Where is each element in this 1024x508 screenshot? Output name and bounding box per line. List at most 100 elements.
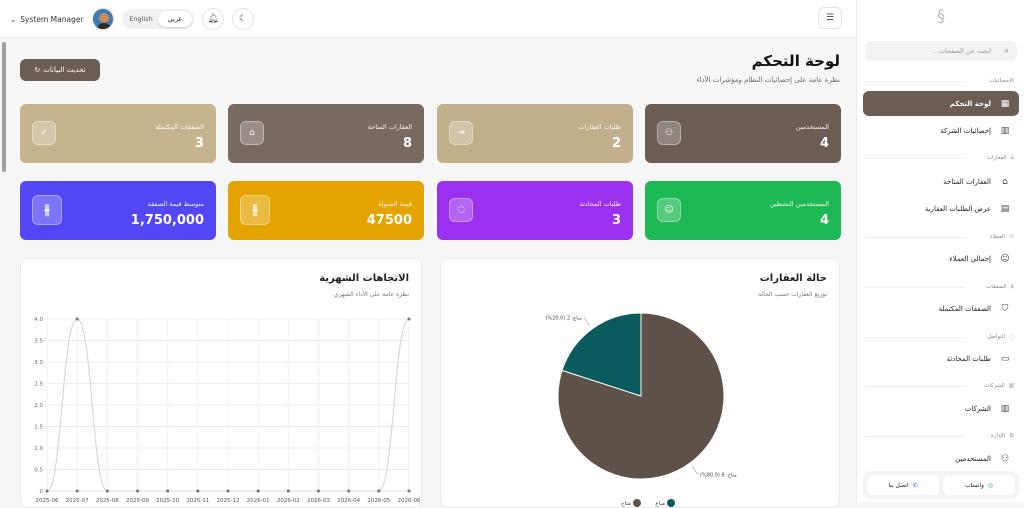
- language-switcher[interactable]: English عربي: [122, 9, 194, 29]
- x-tick-label: 2025-12: [217, 498, 240, 504]
- sidebar-toggle-button[interactable]: ☰: [818, 7, 842, 29]
- y-tick-label: 3.0: [34, 360, 43, 366]
- y-tick-label: 2.5: [34, 382, 43, 388]
- lang-english-option[interactable]: English: [124, 11, 158, 27]
- dashboard-icon: ▦: [1000, 98, 1010, 109]
- lang-arabic-option[interactable]: عربي: [158, 11, 192, 27]
- search-icon: ⌕: [1004, 46, 1009, 55]
- divider: [865, 386, 965, 387]
- y-tick-label: 0.5: [34, 468, 43, 474]
- theme-toggle-button[interactable]: ☾: [232, 8, 254, 30]
- property-status-panel: حالة العقارات توزيع العقارات حسب الحالة …: [440, 258, 840, 508]
- section-title: ⚙ الإدارة: [990, 433, 1014, 439]
- data-point: [75, 489, 79, 493]
- data-point: [407, 489, 411, 493]
- x-tick-label: 2025-08: [96, 498, 119, 504]
- data-point: [196, 489, 200, 493]
- label-leader: [691, 466, 699, 475]
- stat-card-available-properties[interactable]: العقارات المتاحة 8 ⌂: [228, 104, 424, 163]
- top-bar: ⌄ System Manager English عربي 🔔︎ ☾ ☰: [0, 0, 856, 38]
- search-input[interactable]: ⌕ ابحث عن الصفحات...: [865, 41, 1017, 61]
- x-tick-label: 2026-03: [307, 498, 330, 504]
- dollar-icon: $: [1010, 284, 1015, 290]
- search-placeholder: ابحث عن الصفحات...: [932, 47, 991, 55]
- section-title: ▥ الشركات: [984, 383, 1014, 389]
- data-point: [45, 489, 49, 493]
- stat-card-commission-value[interactable]: قيمة العمولة 47500 ⫳: [228, 181, 424, 240]
- menu-icon: ☰: [825, 13, 835, 23]
- data-point: [407, 317, 411, 321]
- stat-label: العقارات المتاحة: [367, 123, 412, 131]
- x-tick-label: 2026-02: [277, 498, 300, 504]
- clipboard-icon: ▤: [1000, 203, 1010, 214]
- home-icon: ⌂: [240, 121, 264, 145]
- chat-icon: ◌: [449, 198, 473, 222]
- stat-value: 2: [611, 136, 621, 151]
- stat-card-property-requests[interactable]: طلبات العقارات 2 ⇥: [437, 104, 633, 163]
- refresh-button[interactable]: ↻ تحديث البيانات: [20, 59, 100, 81]
- notifications-button[interactable]: 🔔︎: [202, 8, 224, 30]
- stat-card-completed-deals[interactable]: الصفقات المكتملة 3 ✓: [20, 104, 216, 163]
- x-tick-label: 2026-04: [337, 498, 360, 504]
- users-icon: ⚇: [1000, 453, 1010, 464]
- message-icon: ▭: [1000, 353, 1010, 364]
- data-point: [226, 489, 230, 493]
- stat-card-chat-requests[interactable]: طلبات المحادثة 3 ◌: [437, 181, 633, 240]
- home-icon: ⌂: [1010, 155, 1015, 161]
- y-tick-label: 1.0: [34, 446, 43, 452]
- bell-icon: 🔔︎: [207, 14, 219, 24]
- stat-value: 3: [194, 136, 204, 151]
- stat-card-avg-deal-value[interactable]: متوسط قيمة الصفقة 1,750,000 ⫳: [20, 181, 216, 240]
- stat-label: طلبات المحادثة: [579, 200, 621, 208]
- refresh-icon: ↻: [34, 66, 41, 74]
- divider: [865, 337, 965, 338]
- gear-icon: ⚙: [1009, 433, 1014, 439]
- whatsapp-icon: ◎: [987, 481, 994, 489]
- stat-label: قيمة العمولة: [378, 200, 412, 208]
- avatar: [91, 8, 114, 30]
- x-tick-label: 2025-07: [66, 498, 89, 504]
- user-menu[interactable]: ⌄ System Manager: [10, 8, 114, 30]
- stat-label: الصفقات المكتملة: [155, 123, 204, 131]
- sidebar-item-chat-requests[interactable]: ▭ طلبات المحادثة: [863, 346, 1019, 371]
- divider: [865, 158, 965, 159]
- y-tick-label: 3.5: [34, 339, 43, 345]
- stat-card-active-users[interactable]: المستخدمين النشطين 4 ☺: [645, 181, 841, 240]
- sidebar-item-total-clients[interactable]: ☺ إجمالي العملاء: [863, 246, 1019, 271]
- sidebar-item-dashboard[interactable]: ▦ لوحة التحكم: [863, 91, 1019, 116]
- chevron-down-icon: ⌄: [10, 14, 17, 24]
- sidebar-item-company-stats[interactable]: ▥ إحصائيات الشركة: [863, 118, 1019, 143]
- users-icon: ⚇: [1009, 234, 1014, 240]
- phone-icon: ✆: [912, 481, 918, 489]
- user-check-icon: ☺: [657, 198, 681, 222]
- divider: [865, 81, 965, 82]
- check-icon: ✓: [32, 121, 56, 145]
- stat-label: متوسط قيمة الصفقة: [147, 200, 204, 208]
- stat-label: المستخدمين النشطين: [769, 200, 829, 208]
- riyal-icon: ⫳: [32, 195, 62, 225]
- stat-card-users[interactable]: المستخدمين 4 ⚇: [645, 104, 841, 163]
- home-icon: ⌂: [1002, 176, 1008, 187]
- section-title: ◌ التواصل: [987, 334, 1014, 340]
- contact-bar: اتصل بنا ✆ واتساب ◎: [863, 471, 1019, 499]
- chat-icon: ◌: [1009, 334, 1014, 340]
- sidebar-item-available-properties[interactable]: ⌂ العقارات المتاحة: [863, 169, 1019, 194]
- whatsapp-button[interactable]: واتساب ◎: [943, 475, 1015, 495]
- contact-us-button[interactable]: اتصل بنا ✆: [867, 475, 939, 495]
- data-point: [256, 489, 260, 493]
- data-point: [105, 489, 109, 493]
- sidebar-item-companies[interactable]: ▥ الشركات: [863, 396, 1019, 421]
- sidebar-item-property-requests[interactable]: ▤ عرض الطلبات العقارية: [863, 196, 1019, 221]
- legend-swatch: [667, 499, 675, 507]
- stat-value: 3: [611, 213, 621, 228]
- sidebar-item-users[interactable]: ⚇ المستخدمين: [863, 446, 1019, 471]
- sidebar-item-completed-deals[interactable]: ⛉ الصفقات المكتملة: [863, 296, 1019, 321]
- user-icon: ☺: [1000, 253, 1010, 264]
- chart-icon: ▥: [1000, 125, 1010, 136]
- data-point: [166, 489, 170, 493]
- label-leader: [583, 317, 591, 326]
- riyal-icon: ⫳: [240, 195, 270, 225]
- x-tick-label: 2025-11: [186, 498, 209, 504]
- y-tick-label: 0: [40, 489, 44, 495]
- stat-value: 4: [819, 136, 829, 151]
